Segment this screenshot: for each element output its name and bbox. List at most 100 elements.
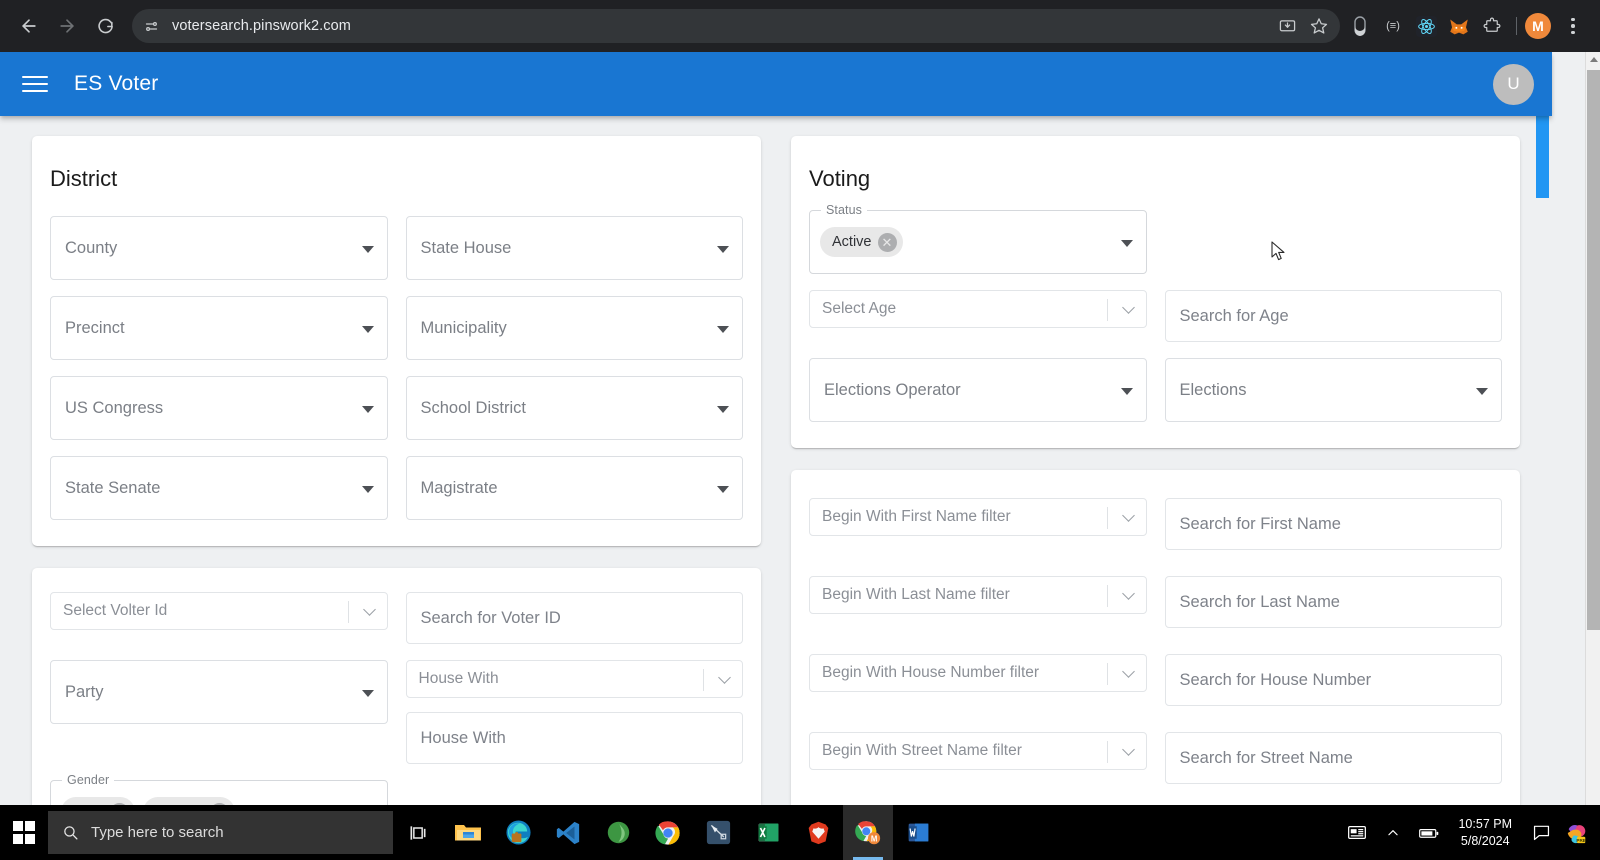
bookmark-star-icon[interactable] [1304,11,1334,41]
back-button[interactable] [10,7,48,45]
app-title: ES Voter [74,72,159,95]
taskbar-edge[interactable] [493,805,543,860]
street-name-filter-autocomplete[interactable]: Begin With Street Name filter [809,732,1147,770]
left-column: District County State House Precinct Mun… [32,136,761,805]
taskbar-mongodb[interactable] [593,805,643,860]
action-center-button[interactable] [1524,805,1558,860]
school-district-select[interactable]: School District [405,376,743,440]
scrollbar-thumb[interactable] [1587,70,1600,630]
first-name-filter-autocomplete[interactable]: Begin With First Name filter [809,498,1147,536]
start-button[interactable] [0,805,48,860]
street-name-search-placeholder: Search for Street Name [1179,748,1353,767]
user-avatar[interactable]: U [1493,63,1534,105]
equals-icon[interactable]: (≡) [1377,11,1409,41]
select-voter-id-label: Select Volter Id [63,602,168,619]
caret-down-icon [361,246,374,253]
puzzle-piece-icon[interactable] [1476,11,1508,41]
pill-icon[interactable] [1344,11,1376,41]
search-icon [64,826,78,840]
county-select[interactable]: County [50,216,388,280]
first-name-search-input[interactable]: Search for First Name [1164,498,1502,550]
battery-icon[interactable] [1412,805,1446,860]
last-name-search-input[interactable]: Search for Last Name [1164,576,1502,628]
status-multiselect[interactable]: Status Active ✕ [809,203,1147,274]
house-with-autocomplete-label: House With [418,670,499,687]
status-chip-active[interactable]: Active ✕ [820,227,903,257]
menu-hamburger-icon[interactable] [22,76,48,92]
taskbar-search-placeholder: Type here to search [91,824,224,841]
react-icon[interactable] [1410,11,1442,41]
status-field: Status Active ✕ [809,203,1147,274]
party-select[interactable]: Party [50,660,388,724]
site-settings-icon[interactable] [138,13,164,39]
elections-operator-select[interactable]: Elections Operator [809,358,1147,422]
clock-time: 10:57 PM [1458,816,1512,831]
app-header: ES Voter U [0,52,1552,116]
taskbar-chrome[interactable] [643,805,693,860]
taskbar-search-box[interactable]: Type here to search [48,811,393,854]
excel-icon [758,823,778,842]
last-name-search-placeholder: Search for Last Name [1179,592,1341,611]
taskbar-clock[interactable]: 10:57 PM 5/8/2024 [1448,816,1522,850]
taskbar-vector-app[interactable] [693,805,743,860]
gender-chip-female[interactable]: Female ✕ [143,797,235,805]
page-scrollbar[interactable] [1585,52,1600,805]
taskbar-chrome-profile[interactable]: M [843,805,893,860]
state-house-select[interactable]: State House [405,216,743,280]
search-age-input[interactable]: Search for Age [1164,290,1502,342]
address-bar[interactable]: votersearch.pinswork2.com [132,9,1340,43]
house-number-search-input[interactable]: Search for House Number [1164,654,1502,706]
gender-multiselect[interactable]: Gender Male ✕ Female ✕ [50,773,388,805]
municipality-select[interactable]: Municipality [405,296,743,360]
task-view-button[interactable] [393,805,443,860]
select-age-autocomplete[interactable]: Select Age [809,290,1147,328]
house-number-filter-autocomplete[interactable]: Begin With House Number filter [809,654,1147,692]
street-name-search-input[interactable]: Search for Street Name [1164,732,1502,784]
close-icon[interactable]: ✕ [877,232,897,252]
last-name-filter-autocomplete[interactable]: Begin With Last Name filter [809,576,1147,614]
show-hidden-icons-chevron[interactable] [1376,805,1410,860]
taskbar-file-explorer[interactable] [443,805,493,860]
copilot-button[interactable]: PRE [1560,805,1594,860]
house-with-input[interactable]: House With [405,712,743,764]
field-divider [1106,299,1108,321]
street-name-filter-field: Begin With Street Name filter [809,732,1147,784]
taskbar-excel[interactable] [743,805,793,860]
elections-operator-field: Elections Operator [809,358,1147,422]
metamask-fox-icon[interactable] [1443,11,1475,41]
scrollbar-up-arrow-icon[interactable] [1586,52,1600,67]
elections-select[interactable]: Elections [1164,358,1502,422]
county-select-label: County [65,238,118,257]
state-senate-select[interactable]: State Senate [50,456,388,520]
chevron-down-icon [1121,743,1135,756]
voting-row-age: Select Age Search for Age [809,290,1502,342]
reload-button[interactable] [86,7,124,45]
search-age-placeholder: Search for Age [1179,306,1289,325]
browser-menu-button[interactable] [1558,11,1588,41]
install-app-icon[interactable] [1272,11,1302,41]
house-with-autocomplete[interactable]: House With [405,660,743,698]
forward-button[interactable] [48,7,86,45]
taskbar-brave[interactable] [793,805,843,860]
extensions-tray: (≡) M [1344,11,1588,41]
us-congress-select[interactable]: US Congress [50,376,388,440]
gender-field-label: Gender [62,773,115,787]
search-voter-id-input[interactable]: Search for Voter ID [405,592,743,644]
taskbar-word[interactable] [893,805,943,860]
mongodb-icon [607,821,629,844]
gender-chip-male[interactable]: Male ✕ [61,797,136,805]
taskbar-vscode[interactable] [543,805,593,860]
browser-profile-avatar[interactable]: M [1525,13,1551,39]
select-voter-id-autocomplete[interactable]: Select Volter Id [50,592,388,630]
file-explorer-icon [455,824,481,840]
precinct-select[interactable]: Precinct [50,296,388,360]
chevron-down-icon [1121,509,1135,522]
precinct-field: Precinct [50,296,388,360]
last-name-filter-field: Begin With Last Name filter [809,576,1147,628]
field-divider [1106,585,1108,607]
magistrate-select[interactable]: Magistrate [405,456,743,520]
news-and-interests-icon[interactable] [1340,805,1374,860]
district-row-1: County State House [50,216,743,280]
windows-taskbar: Type here to search M 10:57 PM 5/8/2024 … [0,805,1600,860]
field-divider [1106,663,1108,685]
